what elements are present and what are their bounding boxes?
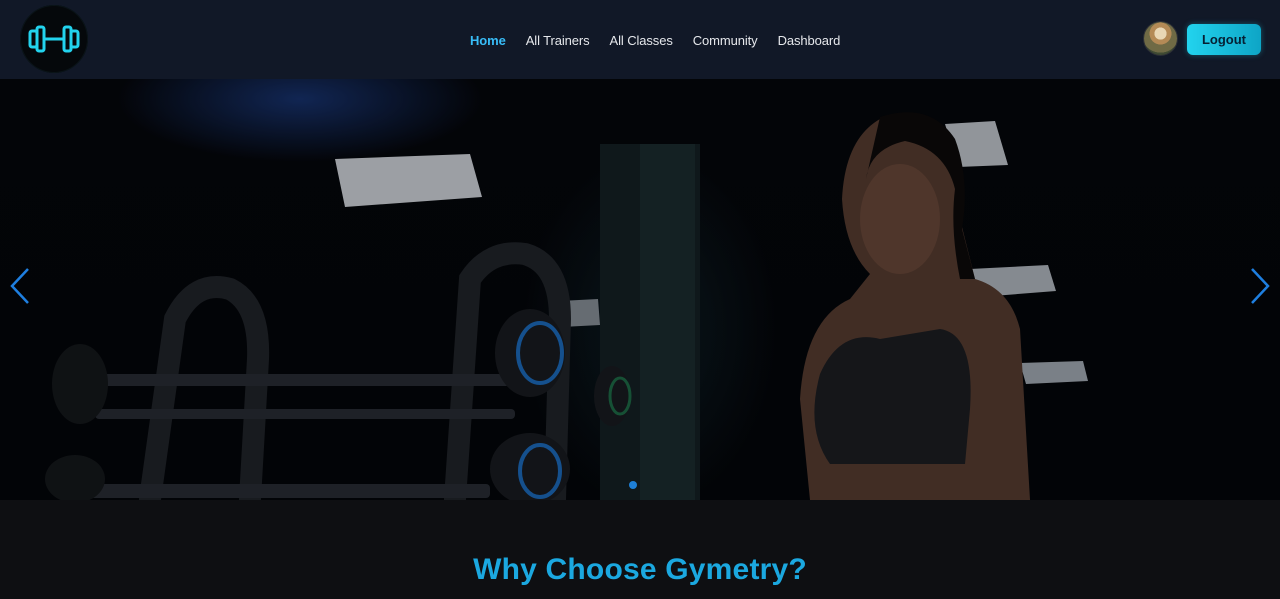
- nav-link-all-trainers[interactable]: All Trainers: [526, 33, 590, 48]
- main-nav: Home All Trainers All Classes Community …: [470, 31, 860, 49]
- logout-button[interactable]: Logout: [1187, 24, 1261, 55]
- nav-link-dashboard[interactable]: Dashboard: [778, 33, 841, 48]
- carousel-dot[interactable]: [629, 481, 637, 489]
- chevron-left-icon[interactable]: [9, 266, 31, 306]
- hero-image: [0, 79, 1280, 500]
- hero-carousel: [0, 79, 1280, 500]
- user-avatar[interactable]: [1144, 22, 1177, 55]
- nav-link-home[interactable]: Home: [470, 33, 506, 48]
- gymetry-logo[interactable]: [20, 5, 88, 73]
- carousel-pagination: [629, 481, 637, 489]
- section-title: Why Choose Gymetry?: [473, 553, 807, 586]
- nav-link-all-classes[interactable]: All Classes: [610, 33, 673, 48]
- nav-link-community[interactable]: Community: [693, 33, 758, 48]
- dumbbell-icon: [28, 25, 80, 53]
- chevron-right-icon[interactable]: [1249, 266, 1271, 306]
- top-navbar: Home All Trainers All Classes Community …: [0, 0, 1280, 79]
